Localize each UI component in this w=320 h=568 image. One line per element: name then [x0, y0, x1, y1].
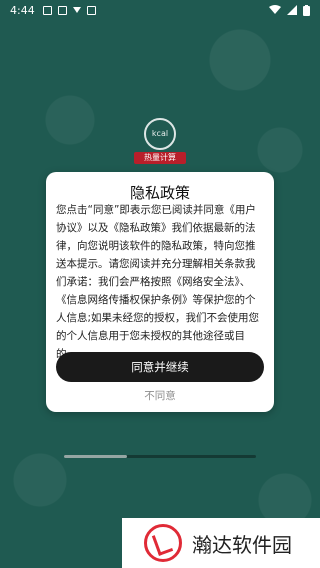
disagree-button[interactable]: 不同意	[46, 388, 274, 403]
signal-icon	[287, 5, 297, 15]
dialog-body-text: 您点击“同意”即表示您已阅读并同意《用户协议》以及《隐私政策》我们依据最新的法律…	[56, 204, 260, 360]
dialog-title: 隐私政策	[129, 184, 190, 202]
download-icon	[72, 7, 81, 13]
agree-continue-button[interactable]: 同意并继续	[56, 352, 264, 382]
site-watermark: 瀚达软件园	[122, 518, 320, 568]
status-time: 4:44	[10, 3, 35, 17]
loading-progress-bar	[64, 455, 256, 458]
watermark-text: 瀚达软件园	[192, 532, 292, 557]
wifi-icon	[269, 5, 281, 14]
progress-fill	[64, 455, 128, 458]
app-notification-icon	[86, 5, 96, 15]
privacy-dialog: 隐私政策 您点击“同意”即表示您已阅读并同意《用户协议》以及《隐私政策》我们依据…	[46, 172, 274, 412]
battery-icon	[303, 4, 310, 16]
app-logo: kcal 热量计算	[132, 118, 188, 164]
notification-icons	[42, 5, 96, 15]
image-notification-icon	[57, 5, 67, 15]
system-icons	[269, 4, 310, 16]
app-name-badge: 热量计算	[134, 152, 186, 164]
kcal-logo-icon: kcal	[144, 118, 176, 150]
status-bar: 4:44	[0, 0, 320, 20]
gallery-notification-icon	[42, 5, 52, 15]
watermark-logo-icon	[144, 524, 182, 562]
